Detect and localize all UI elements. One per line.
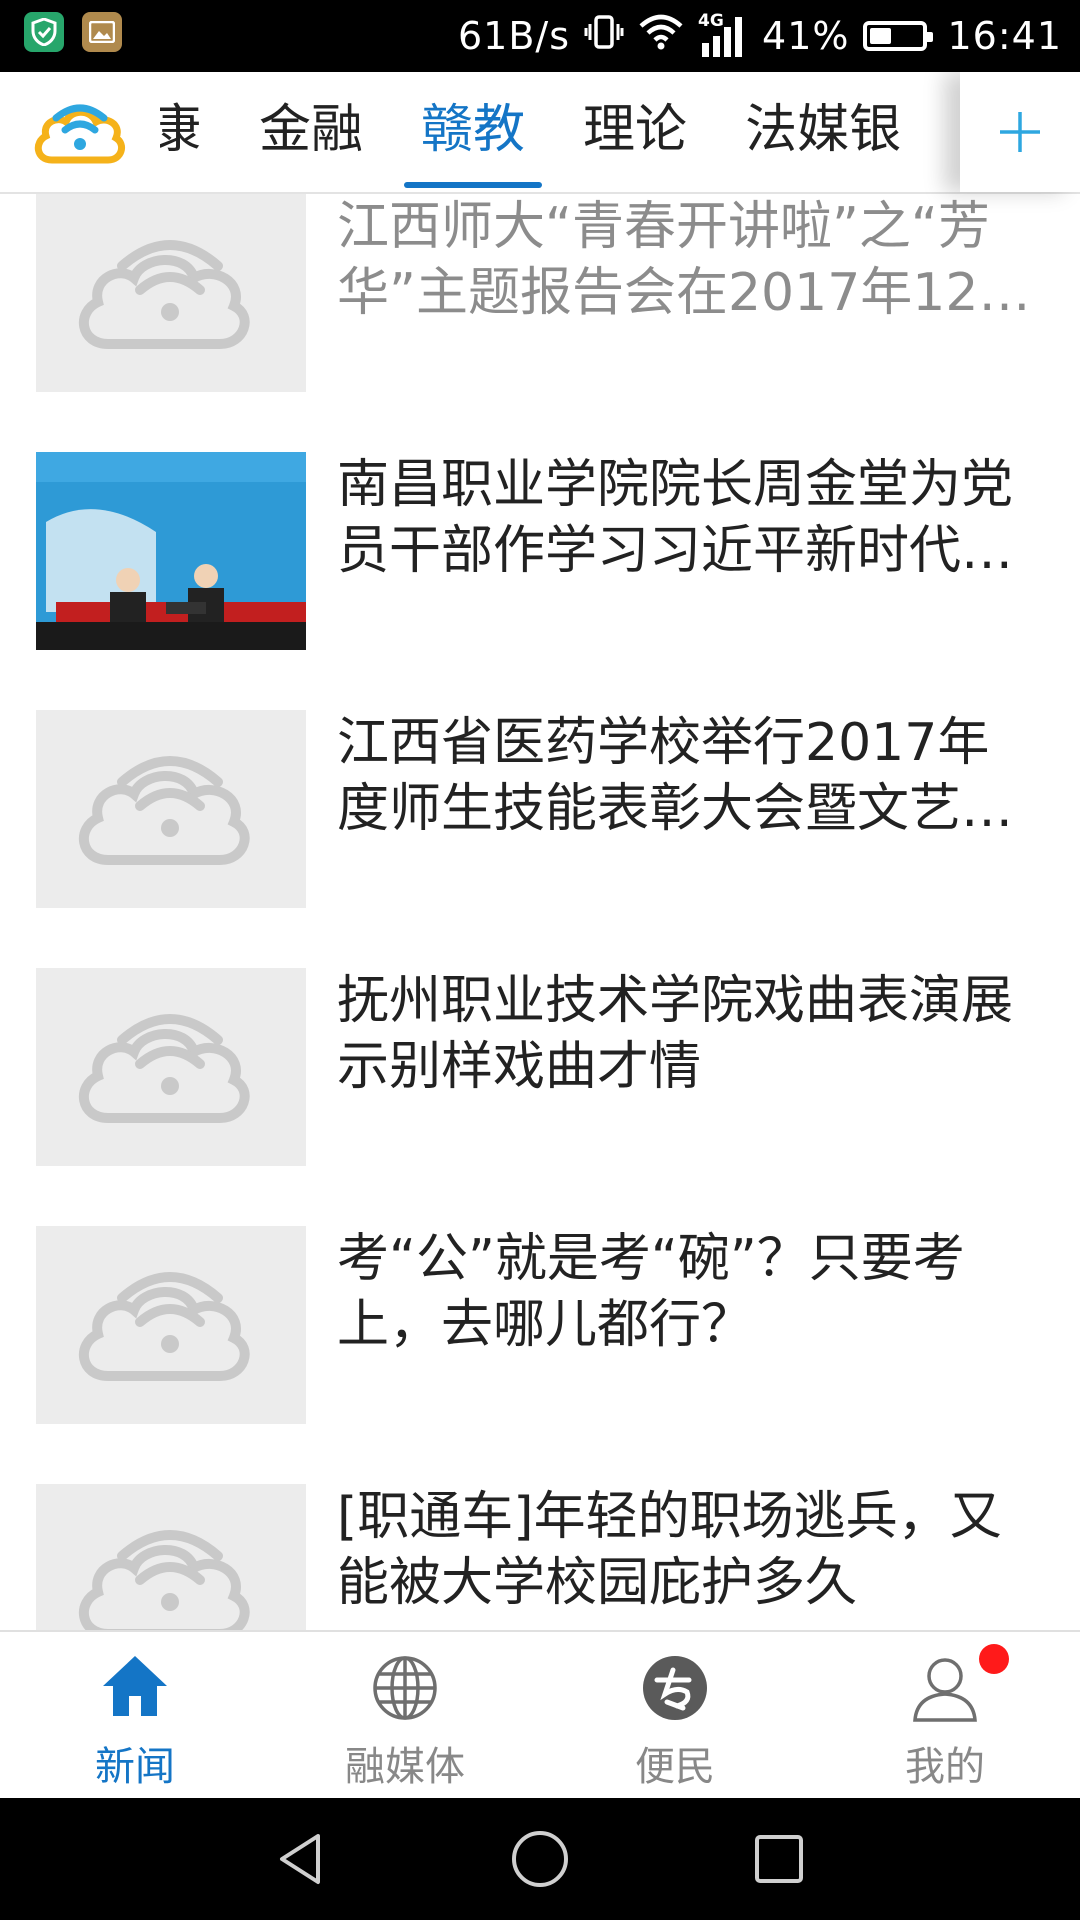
tab-channel-4[interactable]: 法媒银 (716, 72, 930, 192)
placeholder-logo-icon (78, 1272, 250, 1381)
news-item[interactable]: 江西省医药学校举行2017年度师生技能表彰大会暨文艺晚会 (36, 710, 1046, 908)
bottom-nav: 新闻 融媒体 便民 我的 (0, 1630, 1080, 1798)
clock-time: 16:41 (947, 14, 1062, 58)
system-nav-bar (0, 1798, 1080, 1920)
nav-item-news[interactable]: 新闻 (0, 1632, 270, 1798)
news-thumbnail-placeholder (36, 1226, 306, 1424)
app-screen: 61B/s 4G 41% 16:41 康 金融 赣教 理论 法媒银 江西师大“青… (0, 0, 1080, 1920)
tab-channel-0[interactable]: 康 (160, 72, 230, 192)
placeholder-logo-icon (78, 1530, 250, 1630)
news-item[interactable]: 南昌职业学院院长周金堂为党员干部作学习习近平新时代中国特色社会主义思想报告 (36, 452, 1046, 650)
back-icon[interactable] (266, 1824, 336, 1894)
news-thumbnail-placeholder (36, 194, 306, 392)
home-icon (97, 1650, 173, 1726)
news-thumbnail-photo (36, 452, 306, 650)
nav-label-news: 新闻 (95, 1744, 175, 1790)
signal-icon: 4G (698, 11, 748, 59)
wifi-icon (638, 14, 684, 59)
battery-icon (863, 21, 934, 51)
gallery-app-icon (82, 12, 122, 52)
app-logo-icon[interactable] (30, 92, 130, 172)
placeholder-logo-icon (78, 756, 250, 865)
news-title: 考“公”就是考“碗”？只要考上，去哪儿都行？ (337, 1229, 965, 1355)
tab-channel-2[interactable]: 赣教 (392, 72, 554, 192)
battery-percent: 41% (762, 14, 850, 58)
placeholder-logo-icon (78, 1014, 250, 1123)
news-thumbnail-placeholder (36, 710, 306, 908)
channel-tabs: 康金融 赣教 理论 法媒银 (160, 72, 960, 192)
globe-icon (367, 1650, 443, 1726)
news-title: 抚州职业技术学院戏曲表演展示别样戏曲才情 (337, 971, 1014, 1097)
news-item[interactable]: 江西师大“青春开讲啦”之“芳华”主题报告会在2017年12月举行 (36, 194, 1046, 392)
nav-item-services[interactable]: 便民 (540, 1632, 810, 1798)
news-item[interactable]: [职通车]年轻的职场逃兵，又能被大学校园庇护多久 (36, 1484, 1046, 1630)
channel-bar: 康金融 赣教 理论 法媒银 (0, 72, 1080, 194)
status-bar: 61B/s 4G 41% 16:41 (0, 0, 1080, 72)
net-speed: 61B/s (457, 14, 571, 58)
add-channel-button[interactable] (960, 72, 1080, 192)
placeholder-logo-icon (78, 240, 250, 349)
home-circle-icon[interactable] (505, 1824, 575, 1894)
nav-label-mine: 我的 (905, 1744, 985, 1790)
vibrate-icon (584, 12, 624, 61)
news-title: 南昌职业学院院长周金堂为党员干部作学习习近平新时代中国特色社会主义思想报告 (337, 455, 1014, 581)
notification-badge (979, 1644, 1009, 1674)
recents-icon[interactable] (744, 1824, 814, 1894)
nav-label-services: 便民 (635, 1744, 715, 1790)
news-item[interactable]: 考“公”就是考“碗”？只要考上，去哪儿都行？ (36, 1226, 1046, 1424)
nav-item-mine[interactable]: 我的 (810, 1632, 1080, 1798)
service-icon (637, 1650, 713, 1726)
plus-icon (1000, 112, 1040, 152)
news-list: 江西师大“青春开讲啦”之“芳华”主题报告会在2017年12月举行南昌职业学院院长… (0, 194, 1080, 1630)
news-title: 江西省医药学校举行2017年度师生技能表彰大会暨文艺晚会 (337, 713, 1014, 839)
nav-label-media: 融媒体 (345, 1744, 465, 1790)
nav-item-media[interactable]: 融媒体 (270, 1632, 540, 1798)
tab-channel-3[interactable]: 理论 (554, 72, 716, 192)
news-photo (36, 452, 306, 650)
news-item[interactable]: 抚州职业技术学院戏曲表演展示别样戏曲才情 (36, 968, 1046, 1166)
user-icon (907, 1644, 1009, 1726)
tab-channel-1[interactable]: 金融 (230, 72, 392, 192)
news-title: [职通车]年轻的职场逃兵，又能被大学校园庇护多久 (337, 1487, 1002, 1613)
news-thumbnail-placeholder (36, 968, 306, 1166)
news-thumbnail-placeholder (36, 1484, 306, 1630)
news-title: 江西师大“青春开讲啦”之“芳华”主题报告会在2017年12月举行 (337, 197, 1031, 323)
shield-app-icon (24, 12, 64, 52)
battery-fill (870, 28, 892, 44)
